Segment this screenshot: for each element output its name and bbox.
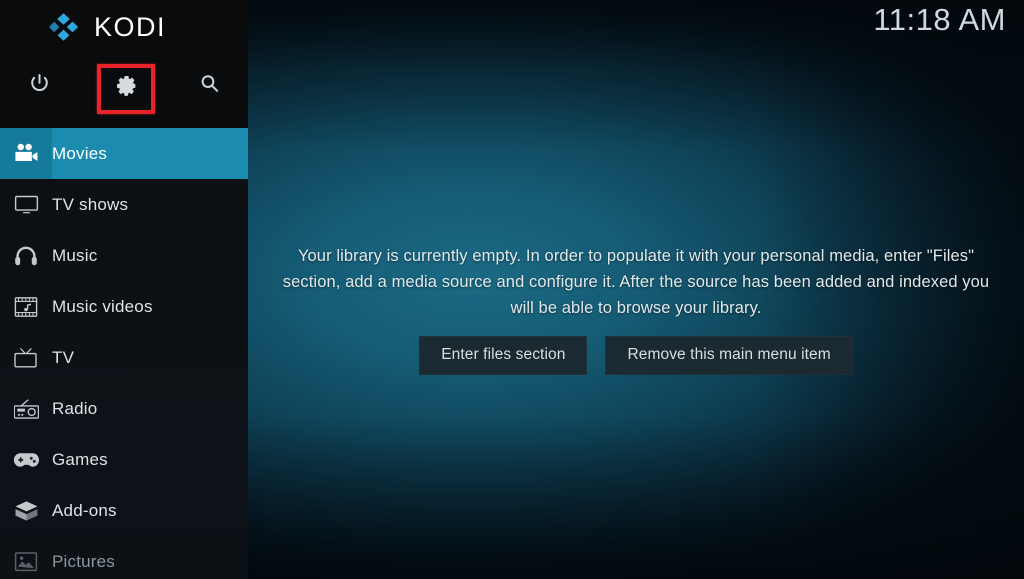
sidebar-menu: Movies TV shows Music Music videos TV Ra… <box>0 128 248 579</box>
power-icon <box>28 72 51 100</box>
remove-main-menu-item-button[interactable]: Remove this main menu item <box>605 336 853 375</box>
sidebar-item-tv[interactable]: TV <box>0 332 248 383</box>
sidebar-item-label: Music <box>52 245 98 265</box>
sidebar-item-label: Add-ons <box>52 500 117 520</box>
radio-icon <box>0 383 52 434</box>
sidebar-item-label: Radio <box>52 398 98 418</box>
picture-icon <box>0 536 52 579</box>
gear-icon <box>114 71 139 101</box>
sidebar-item-label: Games <box>52 449 108 469</box>
empty-library-message: Your library is currently empty. In orde… <box>282 247 990 317</box>
kodi-home-screen: 11:18 AM Your library is currently empty… <box>0 0 1024 579</box>
sidebar-item-pictures[interactable]: Pictures <box>0 536 248 579</box>
sidebar-item-radio[interactable]: Radio <box>0 383 248 434</box>
sidebar: KODI Movies TV shows Music Music videos … <box>0 0 248 579</box>
sidebar-item-label: Pictures <box>52 551 116 571</box>
sidebar-item-music[interactable]: Music <box>0 230 248 281</box>
television-icon <box>0 332 52 383</box>
settings-button[interactable] <box>95 58 157 114</box>
movie-camera-icon <box>0 128 52 179</box>
addon-box-icon <box>0 485 52 536</box>
sidebar-item-label: TV <box>52 347 75 367</box>
empty-library-panel: Your library is currently empty. In orde… <box>248 243 1024 375</box>
sidebar-item-label: TV shows <box>52 194 129 214</box>
app-logo: KODI <box>0 4 248 50</box>
sidebar-item-movies[interactable]: Movies <box>0 128 248 179</box>
music-video-icon <box>0 281 52 332</box>
power-button[interactable] <box>8 58 70 114</box>
empty-library-actions: Enter files section Remove this main men… <box>419 336 853 375</box>
gamepad-icon <box>0 434 52 485</box>
headphones-icon <box>0 230 52 281</box>
sidebar-item-games[interactable]: Games <box>0 434 248 485</box>
enter-files-section-button[interactable]: Enter files section <box>419 336 588 375</box>
search-button[interactable] <box>178 58 240 114</box>
sidebar-item-label: Music videos <box>52 296 153 316</box>
sidebar-item-tv-shows[interactable]: TV shows <box>0 179 248 230</box>
search-icon <box>198 72 221 100</box>
kodi-logo-icon <box>46 12 84 42</box>
sidebar-icon-bar <box>0 58 248 122</box>
app-title: KODI <box>94 11 167 42</box>
sidebar-item-label: Movies <box>52 143 108 163</box>
sidebar-item-add-ons[interactable]: Add-ons <box>0 485 248 536</box>
tv-monitor-icon <box>0 179 52 230</box>
sidebar-item-music-videos[interactable]: Music videos <box>0 281 248 332</box>
main-content: Your library is currently empty. In orde… <box>248 0 1024 579</box>
clock: 11:18 AM <box>873 2 1006 37</box>
